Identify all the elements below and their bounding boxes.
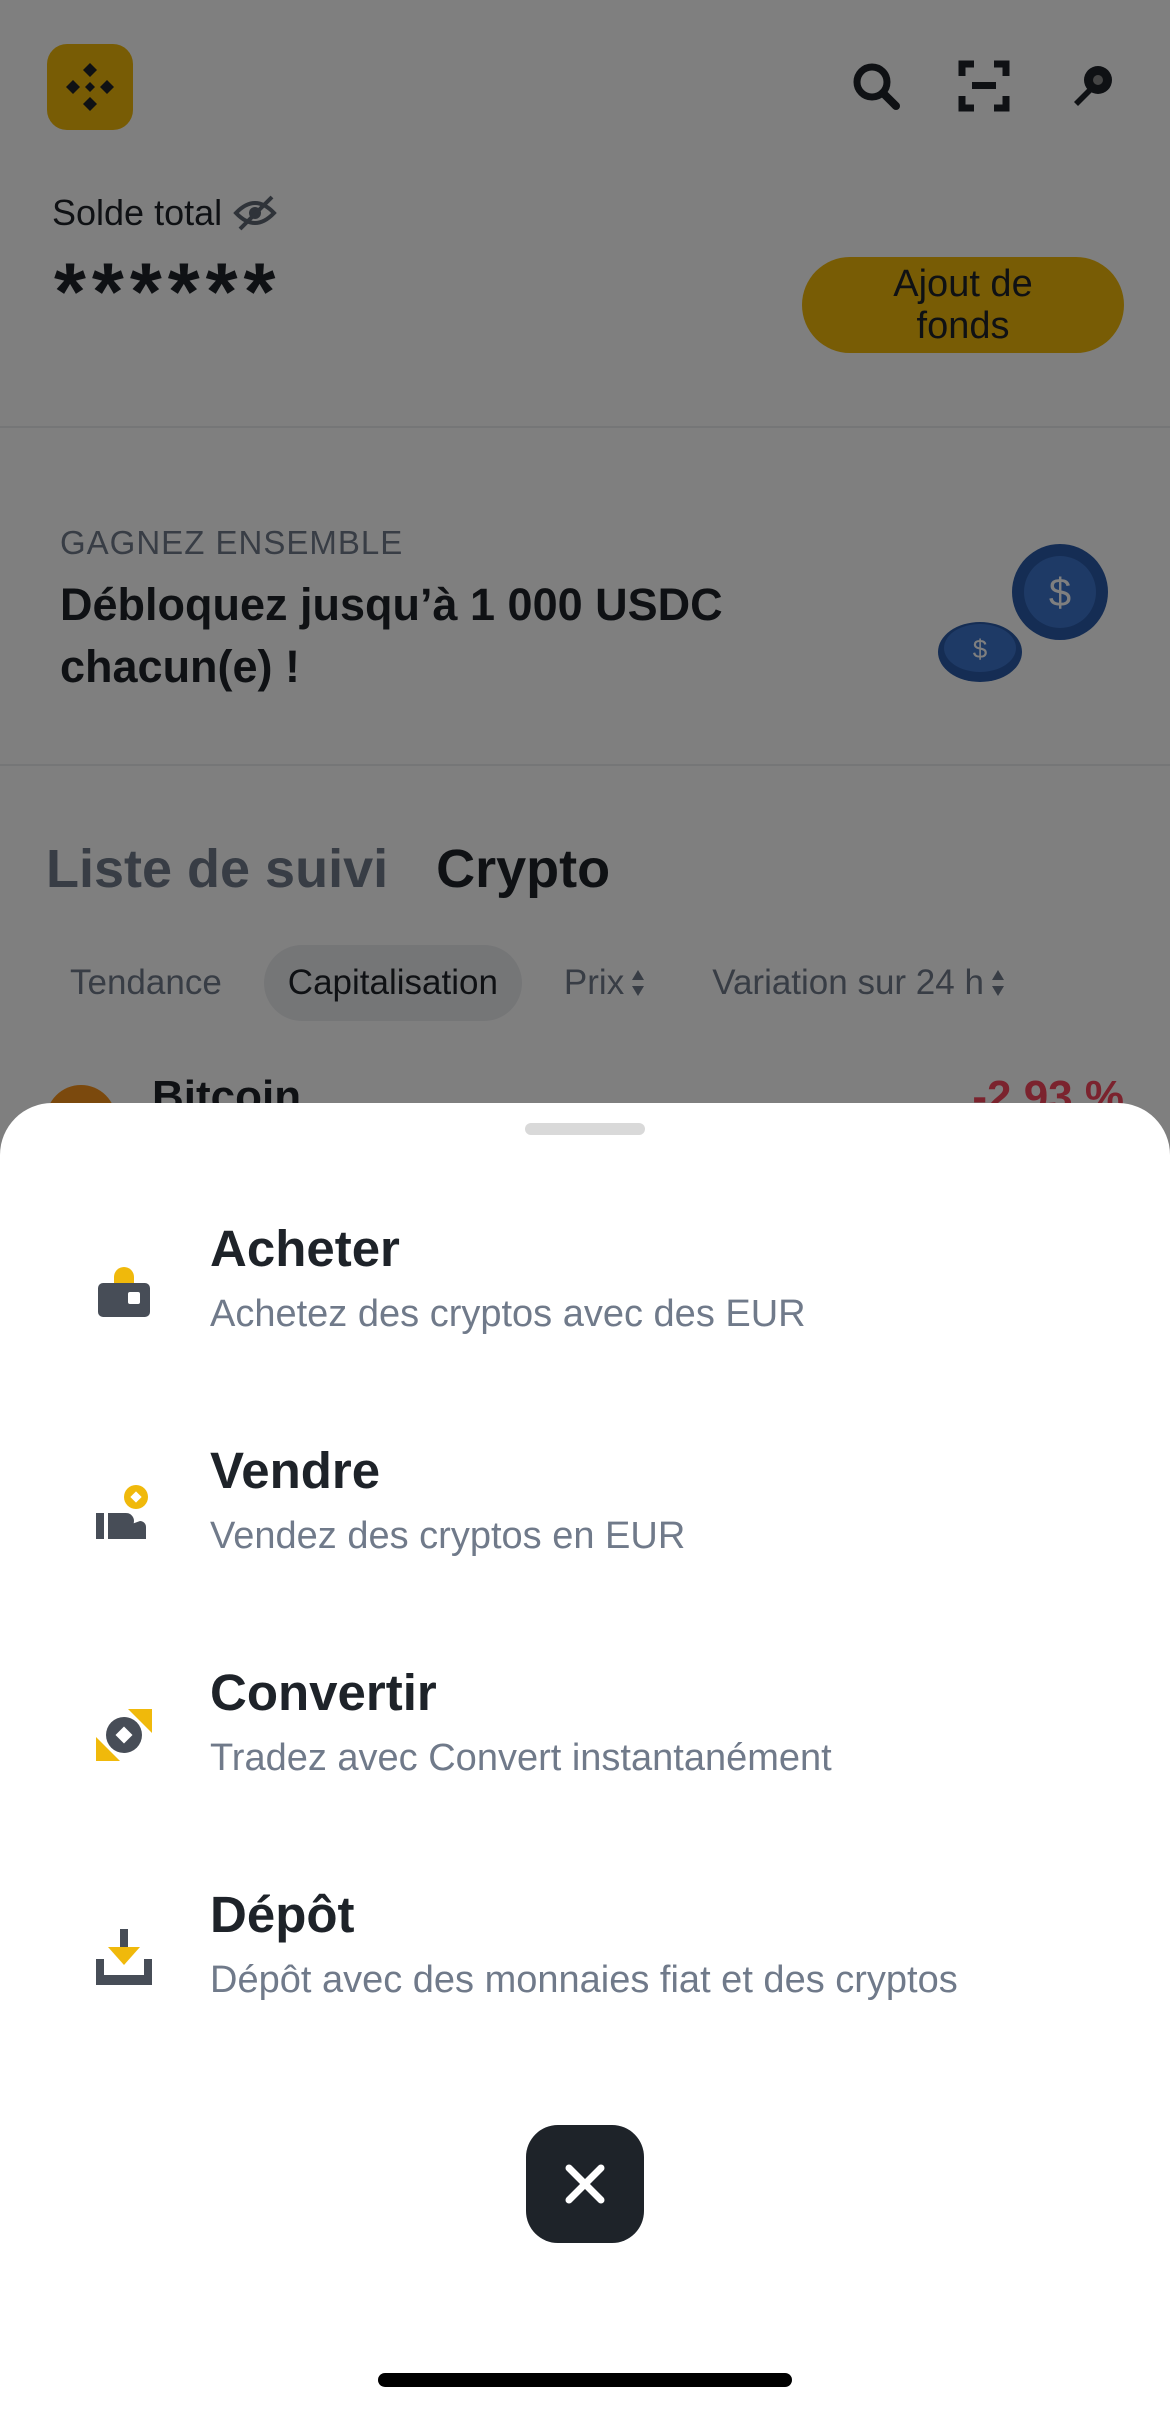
action-description: Tradez avec Convert instantanément xyxy=(210,1737,832,1779)
app-screen: Solde total ****** Ajout de fonds GAGNEZ… xyxy=(0,0,1170,2411)
action-title: Dépôt xyxy=(210,1886,355,1943)
action-title: Convertir xyxy=(210,1664,437,1721)
buy-icon xyxy=(98,1267,150,1317)
action-buy[interactable]: Acheter Achetez des cryptos avec des EUR xyxy=(0,1215,1170,1437)
close-button[interactable] xyxy=(526,2125,644,2243)
action-description: Vendez des cryptos en EUR xyxy=(210,1515,686,1557)
close-icon xyxy=(565,2164,605,2204)
convert-icon xyxy=(96,1709,152,1761)
action-description: Dépôt avec des monnaies fiat et des cryp… xyxy=(210,1959,958,2001)
action-convert[interactable]: Convertir Tradez avec Convert instantané… xyxy=(0,1659,1170,1881)
action-title: Vendre xyxy=(210,1442,381,1499)
action-sheet: Acheter Achetez des cryptos avec des EUR… xyxy=(0,1103,1170,2411)
deposit-icon xyxy=(96,1929,152,1985)
home-indicator xyxy=(378,2373,792,2387)
action-deposit[interactable]: Dépôt Dépôt avec des monnaies fiat et de… xyxy=(0,1881,1170,2103)
sell-icon xyxy=(96,1485,148,1539)
action-sell[interactable]: Vendre Vendez des cryptos en EUR xyxy=(0,1437,1170,1659)
action-title: Acheter xyxy=(210,1220,400,1277)
action-description: Achetez des cryptos avec des EUR xyxy=(210,1293,806,1335)
sheet-handle[interactable] xyxy=(525,1123,645,1135)
